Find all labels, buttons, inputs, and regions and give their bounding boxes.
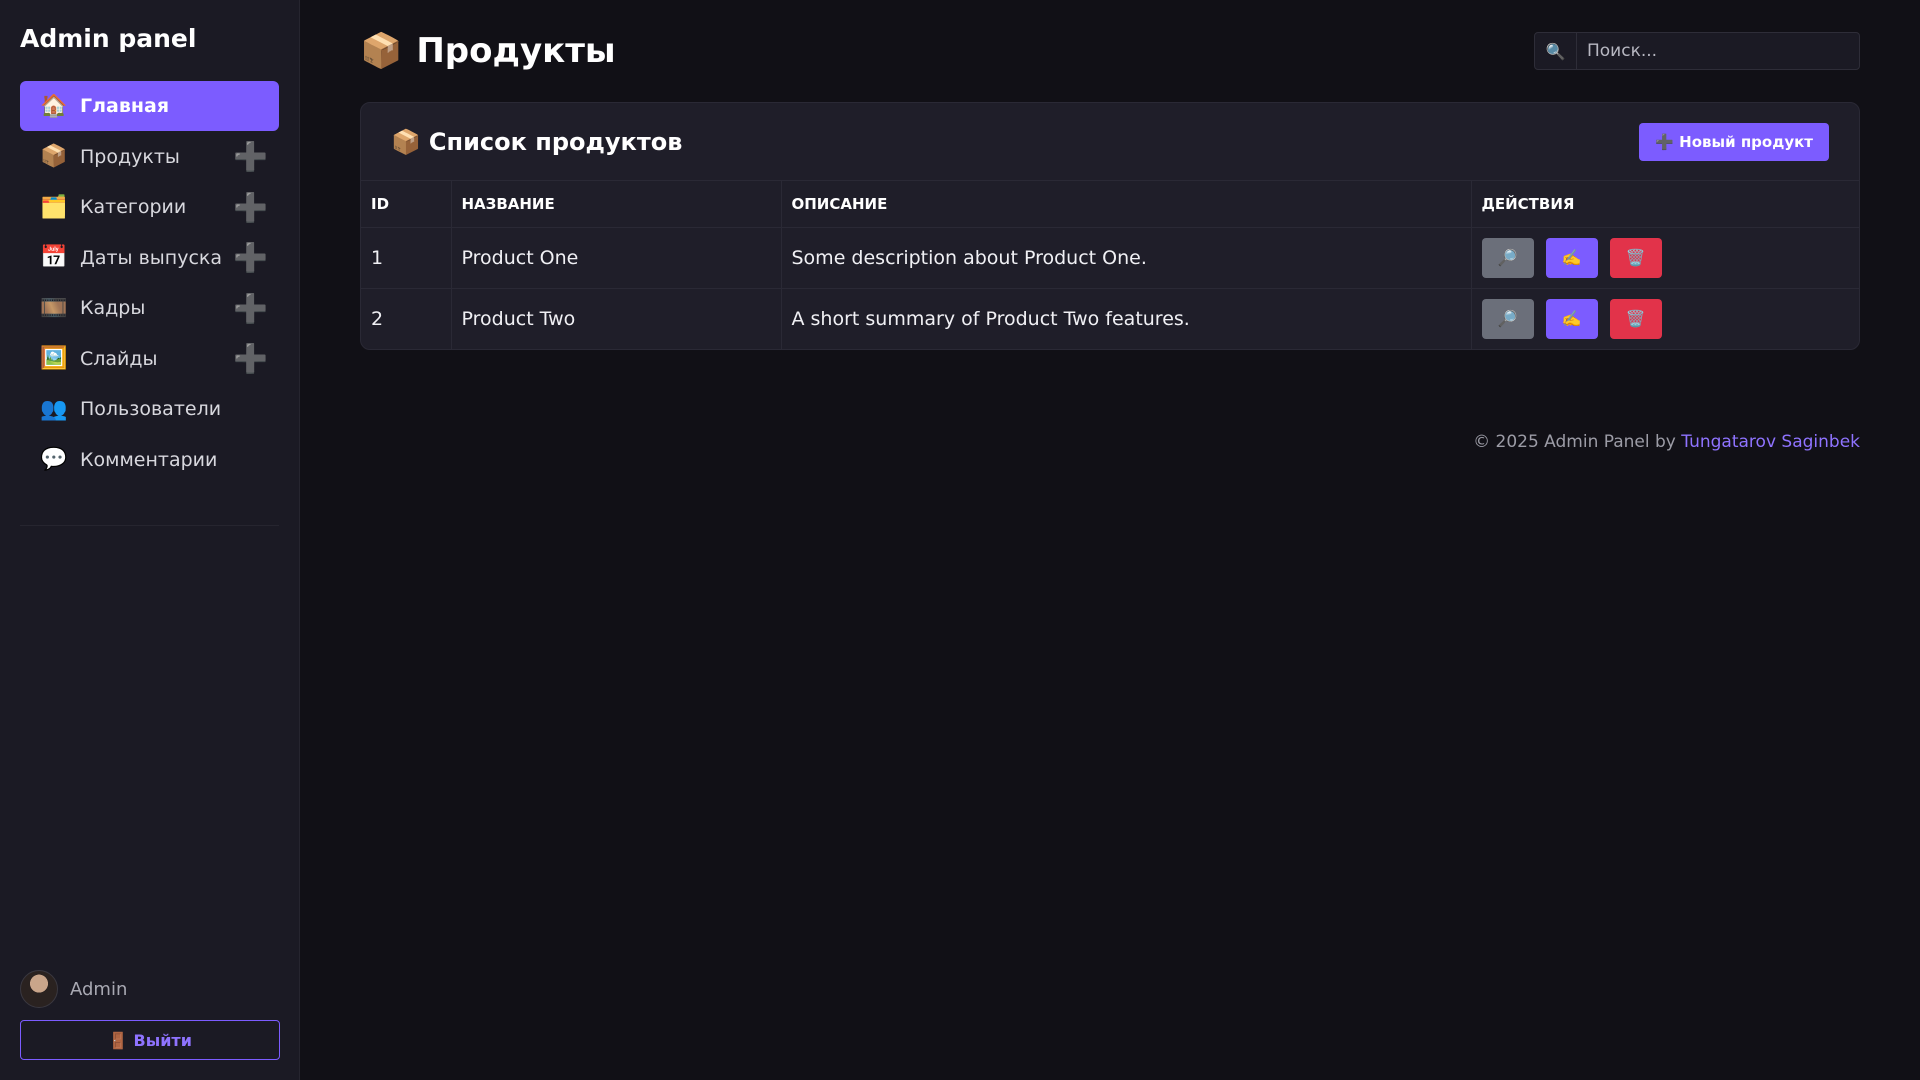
add-category-icon[interactable]: ➕ xyxy=(233,191,268,224)
products-table: ID НАЗВАНИЕ ОПИСАНИЕ ДЕЙСТВИЯ 1 Product … xyxy=(361,181,1859,349)
sidebar-item-comments[interactable]: 💬 Комментарии xyxy=(20,435,279,485)
column-header-name[interactable]: НАЗВАНИЕ xyxy=(451,181,782,228)
user-name: Admin xyxy=(70,978,128,1000)
footer: © 2025 Admin Panel by Tungatarov Saginbe… xyxy=(360,432,1860,452)
card-title-text: Список продуктов xyxy=(428,127,683,156)
magnifier-icon: 🔎 xyxy=(1497,310,1518,328)
row-actions: 🔎 ✍️ 🗑️ xyxy=(1481,237,1850,278)
delete-button[interactable]: 🗑️ xyxy=(1609,298,1662,339)
table-row: 2 Product Two A short summary of Product… xyxy=(361,288,1859,349)
cell-name: Product Two xyxy=(451,288,782,349)
sidebar-item-label: Категории xyxy=(80,196,187,218)
sidebar-item-label: Главная xyxy=(80,95,170,117)
add-product-icon[interactable]: ➕ xyxy=(233,140,268,173)
sidebar-item-label: Кадры xyxy=(80,297,146,319)
avatar xyxy=(20,970,58,1008)
delete-button[interactable]: 🗑️ xyxy=(1609,237,1662,278)
cell-id: 1 xyxy=(361,227,452,289)
brand-title: Admin panel xyxy=(20,24,197,53)
trash-icon: 🗑️ xyxy=(1625,310,1646,328)
sidebar-item-label: Слайды xyxy=(80,347,158,370)
row-actions: 🔎 ✍️ 🗑️ xyxy=(1481,298,1850,339)
page-title: 📦 Продукты xyxy=(360,31,616,71)
table-row: 1 Product One Some description about Pro… xyxy=(361,227,1859,289)
picture-icon: 🖼️ xyxy=(40,346,68,371)
card-title: 📦 Список продуктов xyxy=(391,128,682,156)
add-release-date-icon[interactable]: ➕ xyxy=(233,241,268,274)
cell-description: A short summary of Product Two features. xyxy=(781,288,1472,349)
card-header: 📦 Список продуктов ➕ Новый продукт xyxy=(361,103,1859,181)
sidebar-item-products[interactable]: 📦 Продукты ➕ xyxy=(20,132,279,182)
page-title-text: Продукты xyxy=(416,31,616,71)
writing-hand-icon: ✍️ xyxy=(1561,249,1582,267)
sidebar-nav: 🏠 Главная 📦 Продукты ➕ 🗂️ Категории ➕ 📅 … xyxy=(20,81,279,485)
edit-button[interactable]: ✍️ xyxy=(1545,298,1598,339)
sidebar-item-label: Комментарии xyxy=(80,448,218,471)
view-button[interactable]: 🔎 xyxy=(1481,298,1534,339)
folder-icon: 🗂️ xyxy=(40,194,68,220)
footer-author-link[interactable]: Tungatarov Saginbek xyxy=(1681,432,1860,452)
column-header-actions: ДЕЙСТВИЯ xyxy=(1471,181,1859,228)
topbar: 📦 Продукты 🔍 xyxy=(360,28,1860,74)
sidebar-item-label: Пользователи xyxy=(80,398,222,420)
sidebar-item-label: Продукты xyxy=(80,145,180,168)
magnifier-icon: 🔎 xyxy=(1497,249,1518,267)
sidebar-item-users[interactable]: 👥 Пользователи xyxy=(20,384,279,434)
new-product-button[interactable]: ➕ Новый продукт xyxy=(1639,122,1829,161)
main-content: 📦 Продукты 🔍 📦 Список продуктов ➕ Новый … xyxy=(300,0,1920,1080)
package-icon: 📦 xyxy=(391,127,421,156)
package-icon: 📦 xyxy=(360,31,403,71)
edit-button[interactable]: ✍️ xyxy=(1545,237,1598,278)
calendar-icon: 📅 xyxy=(40,245,68,270)
logout-button[interactable]: 🚪 Выйти xyxy=(20,1020,280,1060)
users-icon: 👥 xyxy=(40,396,68,422)
search-icon: 🔍 xyxy=(1535,33,1577,69)
sidebar-item-release-dates[interactable]: 📅 Даты выпуска ➕ xyxy=(20,233,279,283)
sidebar-item-slides[interactable]: 🖼️ Слайды ➕ xyxy=(20,334,279,384)
writing-hand-icon: ✍️ xyxy=(1561,310,1582,328)
cell-name: Product One xyxy=(451,227,782,289)
home-icon: 🏠 xyxy=(40,93,68,119)
cell-actions: 🔎 ✍️ 🗑️ xyxy=(1471,227,1859,289)
cell-actions: 🔎 ✍️ 🗑️ xyxy=(1471,288,1859,349)
film-icon: 🎞️ xyxy=(40,295,68,321)
package-icon: 📦 xyxy=(40,144,68,169)
column-header-description[interactable]: ОПИСАНИЕ xyxy=(781,181,1472,228)
add-slide-icon[interactable]: ➕ xyxy=(233,342,268,375)
add-frame-icon[interactable]: ➕ xyxy=(233,292,268,325)
sidebar-item-categories[interactable]: 🗂️ Категории ➕ xyxy=(20,182,279,232)
app-root: Admin panel 🏠 Главная 📦 Продукты ➕ 🗂️ Ка… xyxy=(0,0,1920,1080)
search-box: 🔍 xyxy=(1534,32,1860,70)
trash-icon: 🗑️ xyxy=(1625,249,1646,267)
speech-bubble-icon: 💬 xyxy=(40,447,68,472)
table-header-row: ID НАЗВАНИЕ ОПИСАНИЕ ДЕЙСТВИЯ xyxy=(361,181,1859,228)
sidebar-item-frames[interactable]: 🎞️ Кадры ➕ xyxy=(20,283,279,333)
view-button[interactable]: 🔎 xyxy=(1481,237,1534,278)
products-card: 📦 Список продуктов ➕ Новый продукт ID НА… xyxy=(360,102,1860,350)
sidebar-item-home[interactable]: 🏠 Главная xyxy=(20,81,279,131)
footer-text: © 2025 Admin Panel by xyxy=(1473,432,1682,452)
sidebar-item-label: Даты выпуска xyxy=(80,246,223,269)
column-header-id[interactable]: ID xyxy=(361,181,452,228)
cell-description: Some description about Product One. xyxy=(781,227,1472,289)
sidebar: Admin panel 🏠 Главная 📦 Продукты ➕ 🗂️ Ка… xyxy=(0,0,300,1080)
search-input[interactable] xyxy=(1577,33,1859,69)
user-info: Admin xyxy=(20,970,279,1008)
cell-id: 2 xyxy=(361,288,452,349)
